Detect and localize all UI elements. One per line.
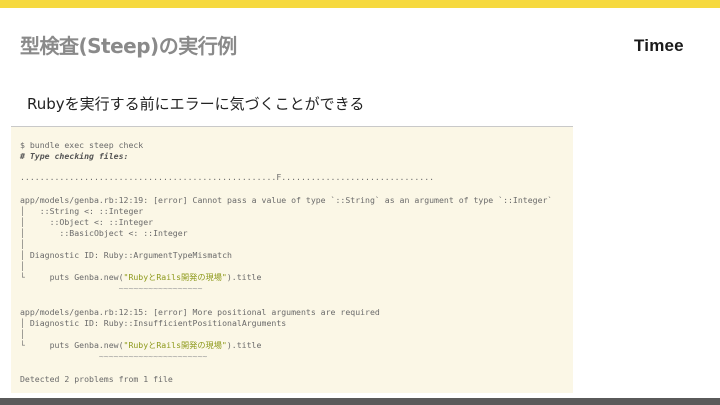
slide-subtitle: Rubyを実行する前にエラーに気づくことができる [27,95,365,113]
error1-trace-2: │ ::Object <: ::Integer [20,217,154,227]
error2-location: app/models/genba.rb:12:15: [error] More … [20,307,380,317]
error2-diagnostic: │ Diagnostic ID: Ruby::InsufficientPosit… [20,318,287,328]
error2-squiggle: ~~~~~~~~~~~~~~~~~~~~~~ [20,351,208,361]
terminal-output-panel: $ bundle exec steep check # Type checkin… [11,126,573,393]
progress-dots: ........................................… [20,172,435,182]
error1-code-prefix: └ puts Genba.new( [20,272,124,282]
error1-trace-3: │ ::BasicObject <: ::Integer [20,228,188,238]
slide-title: 型検査(Steep)の実行例 [20,34,237,58]
error1-squiggle: ~~~~~~~~~~~~~~~~~ [20,283,203,293]
error2-code-line: └ puts Genba.new("RubyとRails開発の現場").titl… [20,340,261,350]
error1-code-suffix: ).title [226,272,262,282]
bottom-bar [0,398,720,405]
brand-logo: Timee [634,36,684,55]
error1-location: app/models/genba.rb:12:19: [error] Canno… [20,195,553,205]
error2-code-suffix: ).title [226,340,262,350]
error1-pipe: │ [20,239,25,249]
terminal-command: $ bundle exec steep check [20,140,144,150]
top-accent-bar [0,0,720,8]
error2-code-prefix: └ puts Genba.new( [20,340,124,350]
error1-trace-1: │ ::String <: ::Integer [20,206,144,216]
error1-diagnostic: │ Diagnostic ID: Ruby::ArgumentTypeMisma… [20,250,232,260]
error1-code-string: "RubyとRails開発の現場" [123,272,227,282]
error1-pipe-2: │ [20,261,25,271]
terminal-summary: Detected 2 problems from 1 file [20,374,173,384]
error1-code-line: └ puts Genba.new("RubyとRails開発の現場").titl… [20,272,261,282]
error2-pipe: │ [20,329,25,339]
terminal-comment: # Type checking files: [20,151,129,161]
error2-code-string: "RubyとRails開発の現場" [123,340,227,350]
